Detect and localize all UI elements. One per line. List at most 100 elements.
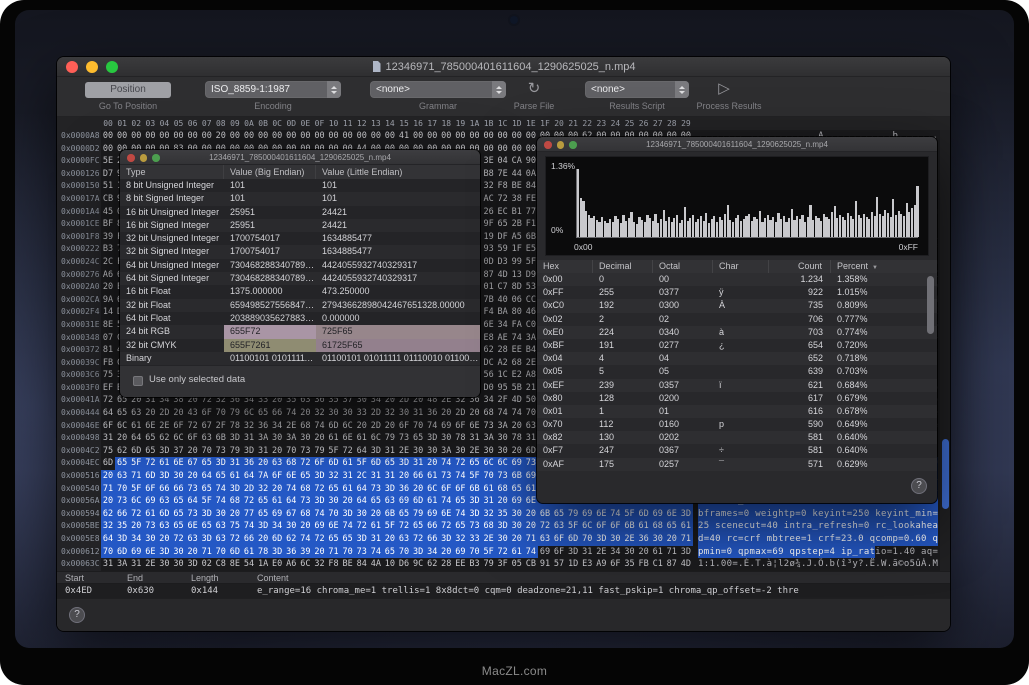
hex-byte[interactable]: 65 <box>341 533 355 546</box>
hex-byte[interactable]: 74 <box>496 407 510 420</box>
hex-byte[interactable]: A9 <box>594 558 608 571</box>
hex-byte[interactable]: 70 <box>580 533 594 546</box>
inspector-row[interactable]: 8 bit Unsigned Integer101101 <box>120 179 480 192</box>
hex-byte[interactable]: 00 <box>157 130 171 143</box>
hex-byte[interactable]: 6E <box>524 495 538 508</box>
hex-byte[interactable]: 00 <box>453 130 467 143</box>
hex-byte[interactable]: 8D <box>510 281 524 294</box>
hex-byte[interactable]: 00 <box>467 130 481 143</box>
hex-byte[interactable]: 65 <box>665 520 679 533</box>
hex-byte[interactable]: EE <box>453 558 467 571</box>
hex-byte[interactable]: 79 <box>228 445 242 458</box>
hex-byte[interactable]: 69 <box>453 546 467 559</box>
hex-byte[interactable]: 99 <box>510 256 524 269</box>
hex-byte[interactable]: 10 <box>383 558 397 571</box>
hex-byte[interactable]: E0 <box>270 558 284 571</box>
hex-byte[interactable]: 00 <box>341 130 355 143</box>
hex-byte[interactable]: 6D <box>270 533 284 546</box>
hex-byte[interactable]: 3D <box>200 533 214 546</box>
hex-byte[interactable]: 73 <box>397 432 411 445</box>
hex-byte[interactable]: 66 <box>425 533 439 546</box>
hex-byte[interactable]: 70 <box>467 546 481 559</box>
hex-byte[interactable]: 69 <box>143 495 157 508</box>
hex-byte[interactable]: 20 <box>524 520 538 533</box>
hex-byte[interactable]: 68 <box>298 483 312 496</box>
hex-byte[interactable]: 20 <box>186 445 200 458</box>
hex-byte[interactable]: C1 <box>651 558 665 571</box>
hex-byte[interactable]: 65 <box>510 483 524 496</box>
use-selected-data-checkbox[interactable] <box>133 376 143 386</box>
hex-byte[interactable]: 63 <box>200 432 214 445</box>
hex-byte[interactable]: F1 <box>524 218 538 231</box>
hex-byte[interactable]: 20 <box>425 457 439 470</box>
hex-byte[interactable]: 6E <box>171 457 185 470</box>
hex-byte[interactable]: A8 <box>524 369 538 382</box>
hex-byte[interactable]: 74 <box>242 520 256 533</box>
inspector-row[interactable]: 64 bit Unsigned Integer73046828834078979… <box>120 259 480 272</box>
hex-byte[interactable]: 71 <box>524 533 538 546</box>
hex-byte[interactable]: 28 <box>439 558 453 571</box>
hex-byte[interactable]: 3A <box>256 432 270 445</box>
hex-byte[interactable]: 38 <box>510 193 524 206</box>
hex-byte[interactable]: B8 <box>482 168 496 181</box>
hex-byte[interactable]: 30 <box>214 508 228 521</box>
hex-byte[interactable]: 20 <box>101 495 115 508</box>
hex-byte[interactable]: 32 <box>242 420 256 433</box>
hex-byte[interactable]: 64 <box>355 483 369 496</box>
hex-byte[interactable]: 43 <box>186 407 200 420</box>
hex-byte[interactable]: 5F <box>383 520 397 533</box>
hex-byte[interactable]: 37 <box>171 445 185 458</box>
hex-byte[interactable]: 66 <box>115 508 129 521</box>
process-results-button[interactable]: ▷ <box>709 78 739 100</box>
hex-byte[interactable]: 74 <box>608 508 622 521</box>
hex-byte[interactable]: 3A <box>524 332 538 345</box>
hex-byte[interactable]: D9 <box>524 269 538 282</box>
hex-byte[interactable]: 00 <box>101 130 115 143</box>
hex-byte[interactable]: 2E <box>467 445 481 458</box>
hex-byte[interactable]: 6E <box>594 508 608 521</box>
hex-byte[interactable]: 74 <box>510 407 524 420</box>
hex-byte[interactable]: 00 <box>510 143 524 156</box>
hex-byte[interactable]: 30 <box>510 520 524 533</box>
hex-byte[interactable]: C8 <box>214 558 228 571</box>
hex-byte[interactable]: 50 <box>524 394 538 407</box>
hex-byte[interactable]: C7 <box>496 281 510 294</box>
hex-byte[interactable]: 64 <box>355 445 369 458</box>
hex-byte[interactable]: 6D <box>129 445 143 458</box>
hex-byte[interactable]: 20 <box>467 407 481 420</box>
hex-byte[interactable]: 31 <box>341 470 355 483</box>
histogram-header-cell[interactable]: Octal <box>653 260 713 273</box>
hex-byte[interactable]: 26 <box>482 206 496 219</box>
hex-byte[interactable]: 65 <box>171 520 185 533</box>
hex-byte[interactable]: 73 <box>467 520 481 533</box>
hex-byte[interactable]: 3D <box>214 457 228 470</box>
hex-byte[interactable]: 61 <box>369 520 383 533</box>
hex-byte[interactable]: 31 <box>369 533 383 546</box>
hex-byte[interactable]: 2E <box>284 420 298 433</box>
hex-byte[interactable]: 72 <box>129 508 143 521</box>
inspector-row[interactable]: 8 bit Signed Integer101101 <box>120 192 480 205</box>
hex-byte[interactable]: 30 <box>496 533 510 546</box>
hex-byte[interactable]: 40 <box>496 294 510 307</box>
hex-byte[interactable]: 30 <box>341 407 355 420</box>
hex-byte[interactable]: 6E <box>143 420 157 433</box>
hex-byte[interactable]: 65 <box>552 508 566 521</box>
hex-byte[interactable]: 32 <box>312 558 326 571</box>
hex-byte[interactable]: 6B <box>467 483 481 496</box>
hex-byte[interactable]: 62 <box>115 445 129 458</box>
hex-byte[interactable]: 6E <box>467 420 481 433</box>
hex-byte[interactable]: 3A <box>284 432 298 445</box>
hex-byte[interactable]: 00 <box>284 130 298 143</box>
hex-byte[interactable]: 32 <box>453 533 467 546</box>
hex-byte[interactable]: 69 <box>510 457 524 470</box>
hex-byte[interactable]: 6B <box>383 508 397 521</box>
hex-byte[interactable]: 31 <box>383 470 397 483</box>
hex-byte[interactable]: 65 <box>171 495 185 508</box>
hex-byte[interactable]: 74 <box>439 457 453 470</box>
hex-byte[interactable]: 30 <box>425 445 439 458</box>
hex-byte[interactable]: 20 <box>510 533 524 546</box>
parse-file-button[interactable]: ↻ <box>519 78 549 100</box>
hex-byte[interactable]: 63 <box>157 495 171 508</box>
hex-byte[interactable]: 6C <box>298 558 312 571</box>
hex-byte[interactable]: 69 <box>510 495 524 508</box>
